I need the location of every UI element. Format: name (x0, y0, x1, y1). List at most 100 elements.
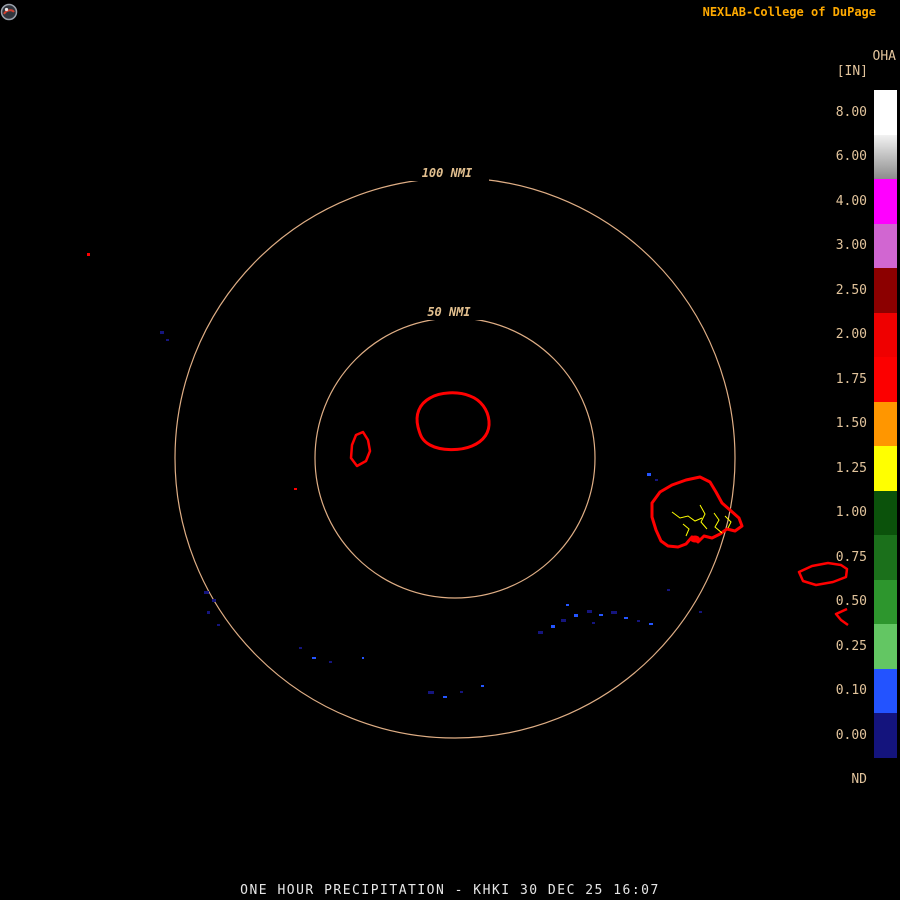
precip-echo (212, 599, 216, 602)
legend-level: 3.00 (811, 223, 897, 268)
hydro-line (713, 512, 723, 534)
legend-level: 1.75 (811, 357, 897, 402)
legend-tick-label: 6.00 (835, 149, 867, 165)
range-ring-50nmi (314, 317, 596, 599)
ring-label-100nmi: 100 NMI (422, 166, 473, 180)
radar-map: 100 NMI 50 NMI (87, 164, 849, 739)
legend-color-swatch (874, 223, 897, 268)
legend-color-swatch (874, 134, 897, 179)
legend-level: 4.00 (811, 179, 897, 224)
precip-echo (647, 473, 651, 476)
legend-color-swatch (874, 401, 897, 446)
precip-echo (362, 657, 364, 659)
precip-echo (649, 623, 653, 625)
precip-color-scale: 8.00 6.00 4.00 3.00 2.50 2.00 1.75 1.50 … (811, 90, 897, 802)
legend-tick-label: 1.00 (835, 505, 867, 521)
legend-level: 8.00 (811, 90, 897, 135)
legend-tick-label: 3.00 (835, 238, 867, 254)
precip-echo (329, 661, 332, 663)
precip-echo (87, 253, 90, 256)
kauai-outline (415, 391, 491, 452)
precip-echo (551, 625, 555, 628)
legend-tick-label: 1.75 (835, 371, 867, 387)
precip-echo (204, 591, 209, 594)
precip-echo (667, 589, 670, 591)
legend-color-swatch (874, 668, 897, 713)
precip-echo (566, 604, 569, 606)
legend-color-swatch (874, 579, 897, 624)
legend-color-swatch (874, 757, 897, 802)
product-caption: ONE HOUR PRECIPITATION - KHKI 30 DEC 25 … (240, 883, 660, 898)
range-ring-100nmi (174, 177, 736, 739)
oahu-red-echo (690, 535, 700, 543)
precip-echo (294, 488, 297, 490)
precip-echo (428, 691, 434, 694)
legend-tick-label: 1.50 (835, 416, 867, 432)
hydro-line (699, 504, 708, 530)
precip-echo (655, 479, 658, 481)
nexlab-logo-icon (0, 3, 18, 21)
legend-tick-label: 0.25 (835, 638, 867, 654)
legend-level: 2.50 (811, 268, 897, 313)
nexlab-brand: NEXLAB-College of DuPage (702, 5, 876, 19)
precip-echo (611, 611, 617, 614)
precip-echo (312, 657, 316, 659)
legend-tick-label: 0.75 (835, 549, 867, 565)
legend-tick-label: 8.00 (835, 104, 867, 120)
legend-color-swatch (874, 713, 897, 758)
legend-color-swatch (874, 535, 897, 580)
precip-echo (624, 617, 628, 619)
precip-echo (587, 610, 592, 613)
legend-color-swatch (874, 357, 897, 402)
legend-tick-label: 1.25 (835, 460, 867, 476)
precip-echo (538, 631, 543, 634)
precip-echo (207, 611, 210, 614)
legend-color-swatch (874, 268, 897, 313)
legend-level: ND (811, 757, 897, 802)
legend-tick-label: ND (851, 772, 867, 788)
hydro-line (671, 511, 703, 522)
precip-echo (592, 622, 595, 624)
precip-echo (460, 691, 463, 693)
legend-level: 6.00 (811, 134, 897, 179)
legend-units: [IN] (836, 64, 868, 79)
legend-tick-label: 2.50 (835, 282, 867, 298)
legend-level: 1.25 (811, 446, 897, 491)
legend-color-swatch (874, 312, 897, 357)
legend-level: 0.75 (811, 535, 897, 580)
ring-label-50nmi: 50 NMI (427, 305, 471, 319)
precip-echo (217, 624, 220, 626)
legend-tick-label: 4.00 (835, 193, 867, 209)
precip-echo (443, 696, 447, 698)
legend-color-swatch (874, 624, 897, 669)
legend-level: 2.00 (811, 312, 897, 357)
legend-level: 0.00 (811, 713, 897, 758)
legend-station-id: OHA (872, 49, 896, 64)
legend-color-swatch (874, 446, 897, 491)
precip-echo (299, 647, 302, 649)
legend-level: 1.50 (811, 401, 897, 446)
precip-echo (166, 339, 169, 341)
precip-echo (699, 611, 702, 613)
legend-tick-label: 0.50 (835, 594, 867, 610)
legend-level: 0.25 (811, 624, 897, 669)
legend-tick-label: 0.00 (835, 727, 867, 743)
precip-echo-layer (87, 253, 702, 698)
niihau-outline (349, 430, 372, 468)
radar-screen: 100 NMI 50 NMI NEXLAB-College of DuPage … (0, 0, 900, 900)
legend-tick-label: 0.10 (835, 683, 867, 699)
legend-level: 0.50 (811, 579, 897, 624)
hydro-line (682, 523, 690, 537)
legend-tick-label: 2.00 (835, 327, 867, 343)
precip-echo (561, 619, 566, 622)
legend-color-swatch (874, 90, 897, 135)
legend-level: 0.10 (811, 668, 897, 713)
precip-echo (160, 331, 164, 334)
legend-color-swatch (874, 179, 897, 224)
precip-echo (637, 620, 640, 622)
legend-color-swatch (874, 490, 897, 535)
precip-echo (574, 614, 578, 617)
legend-level: 1.00 (811, 490, 897, 535)
precip-echo (481, 685, 484, 687)
precip-echo (599, 614, 603, 616)
